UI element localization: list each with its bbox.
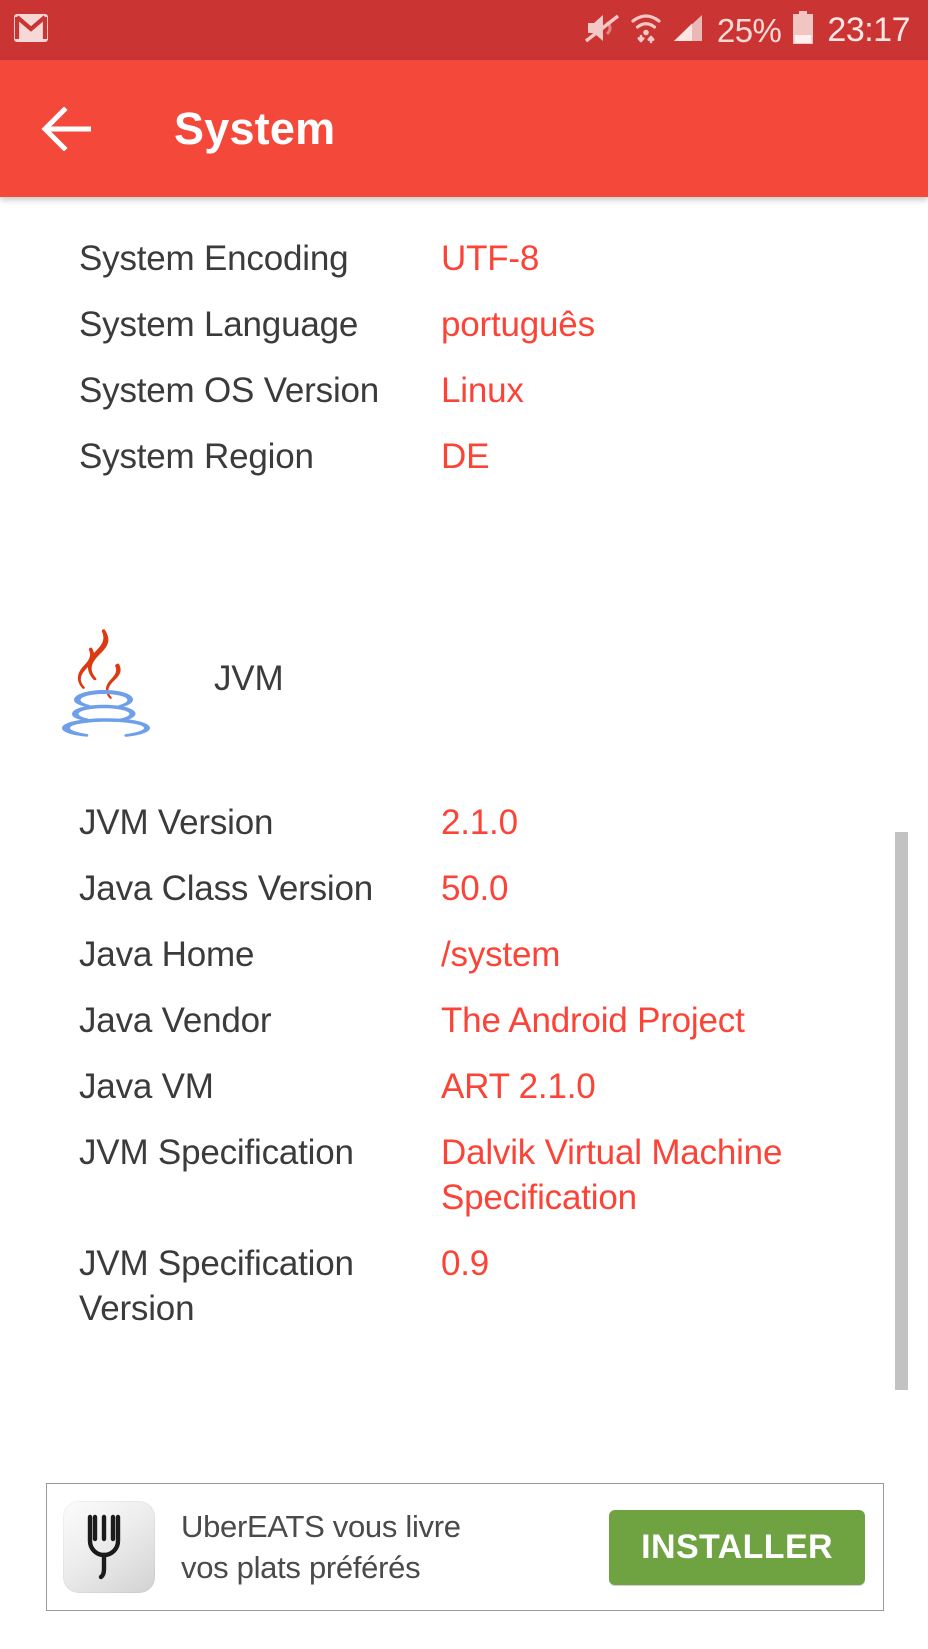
bottom-filler [0, 1611, 928, 1649]
back-button[interactable] [36, 97, 100, 161]
ad-text: UberEATS vous livre vos plats préférés [181, 1506, 461, 1588]
jvm-properties-group: JVM Version 2.1.0 Java Class Version 50.… [0, 738, 928, 1331]
row-value: português [441, 305, 595, 344]
row-label: Java Class Version [79, 869, 374, 908]
row-label: JVM Version [79, 803, 274, 842]
install-button[interactable]: INSTALLER [609, 1509, 865, 1585]
ad-app-icon [63, 1501, 155, 1593]
fork-icon [87, 1514, 121, 1580]
table-row: System OS Version Linux [0, 368, 928, 413]
scrollbar-thumb[interactable] [895, 832, 908, 1390]
ad-text-line-2: vos plats préférés [181, 1550, 421, 1585]
table-row: Java Class Version 50.0 [0, 866, 928, 911]
status-bar-system-icons: 25% 23:17 [584, 10, 910, 50]
row-value: 0.9 [441, 1244, 490, 1283]
table-row: JVM Specification Version 0.9 [0, 1241, 928, 1331]
row-value: 50.0 [441, 869, 509, 908]
table-row: JVM Specification Dalvik Virtual Machine… [0, 1130, 928, 1220]
row-value: Linux [441, 371, 524, 410]
scrollbar[interactable] [876, 197, 928, 1483]
row-value: Dalvik Virtual Machine Specification [441, 1133, 783, 1217]
table-row: Java Vendor The Android Project [0, 998, 928, 1043]
row-label: System Language [79, 305, 359, 344]
page-title: System [174, 103, 336, 154]
table-row: JVM Version 2.1.0 [0, 800, 928, 845]
row-label: JVM Specification Version [79, 1244, 354, 1328]
ad-banner[interactable]: UberEATS vous livre vos plats préférés I… [46, 1483, 884, 1611]
row-value: The Android Project [441, 1001, 745, 1040]
status-bar-clock: 23:17 [827, 11, 910, 49]
row-label: System Region [79, 437, 314, 476]
row-value: ART 2.1.0 [441, 1067, 596, 1106]
row-value: UTF-8 [441, 239, 540, 278]
wifi-icon [631, 12, 661, 49]
jvm-section-heading: JVM [0, 620, 928, 738]
battery-icon [792, 10, 814, 50]
row-value: DE [441, 437, 490, 476]
ad-text-line-1: UberEATS vous livre [181, 1509, 461, 1544]
row-label: Java Vendor [79, 1001, 272, 1040]
table-row: Java Home /system [0, 932, 928, 977]
row-label: Java Home [79, 935, 255, 974]
row-label: JVM Specification [79, 1133, 354, 1172]
status-bar: 25% 23:17 [0, 0, 928, 60]
scrollable-content[interactable]: System Encoding UTF-8 System Language po… [0, 197, 928, 1483]
cellular-signal-icon [672, 13, 706, 48]
row-label: System Encoding [79, 239, 349, 278]
table-row: Java VM ART 2.1.0 [0, 1064, 928, 1109]
back-arrow-icon [41, 106, 91, 151]
jvm-section-label: JVM [214, 659, 284, 698]
table-row: System Encoding UTF-8 [0, 236, 928, 281]
table-row: System Language português [0, 302, 928, 347]
gmail-icon [14, 13, 48, 47]
status-bar-notifications [14, 13, 48, 47]
app-bar: System [0, 60, 928, 197]
row-value: 2.1.0 [441, 803, 518, 842]
mute-icon [584, 12, 620, 49]
row-label: System OS Version [79, 371, 380, 410]
battery-percent-label: 25% [716, 11, 782, 49]
java-logo-icon [62, 629, 150, 737]
table-row: System Region DE [0, 434, 928, 479]
phone-screen: 25% 23:17 System System Encoding UTF-8 S… [0, 0, 928, 1649]
row-value: /system [441, 935, 561, 974]
system-properties-group: System Encoding UTF-8 System Language po… [0, 197, 928, 479]
row-label: Java VM [79, 1067, 214, 1106]
